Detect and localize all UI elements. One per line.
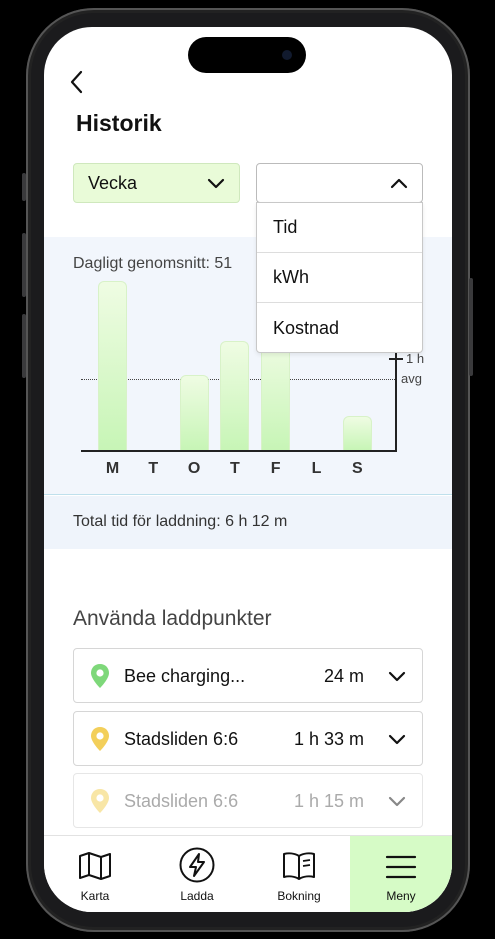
one-hour-label: 1 h — [406, 350, 425, 366]
location-pin-icon — [91, 789, 109, 813]
total-charging-time: Total tid för laddning: 6 h 12 m — [73, 513, 288, 530]
tab-karta[interactable]: Karta — [44, 836, 146, 912]
x-axis — [81, 450, 396, 452]
day-label: T — [148, 460, 159, 477]
option-tid[interactable]: Tid — [257, 203, 422, 253]
camera-icon — [282, 50, 292, 60]
charge-point-name: Stadsliden 6:6 — [124, 729, 239, 749]
day-label: S — [351, 460, 363, 477]
mute-switch — [22, 173, 26, 201]
tab-bokning[interactable]: Bokning — [248, 836, 350, 912]
chevron-down-icon[interactable] — [388, 732, 406, 746]
chevron-down-icon — [207, 178, 225, 189]
day-label: M — [105, 460, 120, 477]
tab-ladda[interactable]: Ladda — [146, 836, 248, 912]
tab-label: Meny — [386, 889, 416, 903]
average-label: avg — [401, 370, 422, 386]
map-icon — [79, 852, 111, 880]
chevron-down-icon[interactable] — [388, 669, 406, 683]
power-button — [469, 278, 473, 376]
book-icon — [283, 852, 315, 880]
day-label: T — [230, 460, 240, 477]
option-kwh[interactable]: kWh — [257, 253, 422, 303]
tab-meny[interactable]: Meny — [350, 836, 452, 912]
day-label: O — [187, 460, 201, 477]
charge-bolt-icon — [179, 847, 215, 883]
location-pin-icon — [91, 727, 109, 751]
app-screen: Historik Vecka Tid kWh Kostnad Dagligt g… — [44, 27, 452, 912]
chart-bar — [220, 341, 250, 450]
charge-point-time: 1 h 15 m — [293, 791, 364, 811]
menu-icon — [385, 855, 417, 879]
chart-bar — [261, 337, 291, 450]
period-select[interactable]: Vecka — [73, 163, 240, 203]
chart-bar — [179, 375, 209, 450]
day-label: F — [270, 460, 281, 477]
tab-label: Bokning — [277, 889, 321, 903]
dynamic-island — [188, 37, 306, 73]
metric-dropdown-menu: Tid kWh Kostnad — [256, 202, 423, 353]
used-points-title: Använda laddpunkter — [73, 607, 272, 630]
metric-select[interactable] — [256, 163, 423, 203]
y-axis — [395, 349, 397, 452]
charge-point-row[interactable]: Bee charging... 24 m — [73, 648, 423, 703]
chevron-up-icon — [390, 178, 408, 189]
period-select-value: Vecka — [88, 172, 138, 193]
charge-point-name: Bee charging... — [124, 666, 246, 686]
location-pin-icon — [91, 664, 109, 688]
chevron-down-icon[interactable] — [388, 794, 406, 808]
bottom-tab-bar: Karta Ladda Bokning Meny — [44, 835, 452, 912]
total-section: Total tid för laddning: 6 h 12 m — [44, 496, 452, 549]
chart-bar — [98, 281, 127, 450]
charge-point-name: Stadsliden 6:6 — [124, 791, 239, 811]
charge-point-time: 1 h 33 m — [293, 729, 364, 749]
day-label: L — [311, 460, 322, 477]
tab-label: Ladda — [180, 889, 214, 903]
chevron-left-icon[interactable] — [68, 69, 88, 95]
volume-up-button — [22, 233, 26, 297]
option-kostnad[interactable]: Kostnad — [257, 303, 422, 353]
tab-label: Karta — [80, 889, 110, 903]
charge-point-row[interactable]: Stadsliden 6:6 1 h 33 m — [73, 711, 423, 766]
chart-bar — [342, 416, 372, 450]
charge-point-row[interactable]: Stadsliden 6:6 1 h 15 m — [73, 773, 423, 828]
page-title: Historik — [76, 110, 162, 136]
charge-point-time: 24 m — [323, 666, 364, 686]
one-hour-tick — [389, 357, 403, 360]
volume-down-button — [22, 314, 26, 378]
